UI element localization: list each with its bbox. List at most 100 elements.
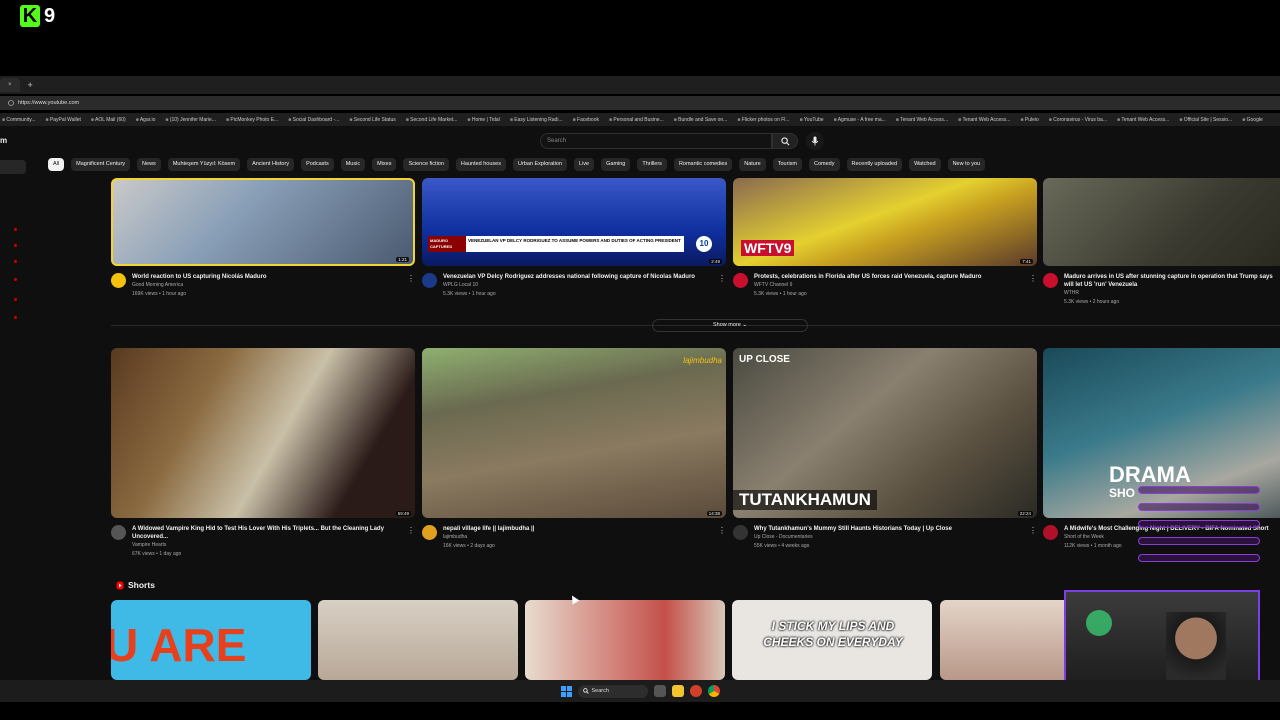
short-card[interactable] (525, 600, 725, 680)
site-info-icon[interactable] (8, 100, 14, 106)
channel-name[interactable]: Up Close - Documentaries (754, 533, 1019, 542)
video-title[interactable]: Maduro arrives in US after stunning capt… (1064, 273, 1280, 289)
file-explorer-icon[interactable] (671, 685, 684, 697)
filter-chip[interactable]: Muhteşem Yüzyıl: Kösem (167, 158, 241, 171)
more-actions-icon[interactable]: ⋮ (407, 274, 415, 283)
bookmark-item[interactable]: Second Life Status (349, 117, 396, 123)
channel-avatar[interactable] (733, 525, 748, 540)
browser-tab[interactable]: × (0, 78, 20, 92)
video-thumbnail[interactable]: 1:21 (111, 178, 415, 266)
bookmark-item[interactable]: Official Site | Sessio... (1179, 117, 1232, 123)
bookmark-item[interactable]: Tenant Web Access... (958, 117, 1010, 123)
more-actions-icon[interactable]: ⋮ (718, 274, 726, 283)
bookmark-item[interactable]: Second Life Market... (406, 117, 457, 123)
bookmark-item[interactable]: Coronavirus - Virus ba... (1049, 117, 1107, 123)
filter-chip[interactable]: Romantic comedies (673, 158, 733, 171)
bookmark-item[interactable]: Facebook (573, 117, 599, 123)
bookmark-item[interactable]: Tenant Web Access... (896, 117, 948, 123)
address-bar[interactable]: https://www.youtube.com (0, 96, 1280, 110)
search-button[interactable] (772, 133, 798, 149)
show-more-button[interactable]: Show more ⌄ (652, 319, 808, 332)
chrome-icon[interactable] (707, 685, 720, 697)
channel-name[interactable]: Good Morning America (132, 281, 397, 290)
short-card[interactable] (318, 600, 518, 680)
filter-chip[interactable]: All (48, 158, 65, 171)
bookmark-item[interactable]: Social Dashboard -... (288, 117, 340, 123)
video-title[interactable]: nepali village life || lajimbudha || (443, 525, 708, 533)
bookmark-item[interactable]: Personal and Busine... (609, 117, 663, 123)
address-url[interactable]: https://www.youtube.com (18, 100, 79, 106)
video-thumbnail[interactable] (1043, 178, 1280, 266)
channel-avatar[interactable] (111, 273, 126, 288)
filter-chip[interactable]: Recently uploaded (846, 158, 903, 171)
video-title[interactable]: Venezuelan VP Delcy Rodriguez addresses … (443, 273, 708, 281)
video-thumbnail[interactable]: WFTV9 7:41 (733, 178, 1037, 266)
filter-chip[interactable]: Comedy (809, 158, 840, 171)
youtube-logo[interactable]: m (0, 136, 7, 145)
channel-name[interactable]: WTHR (1064, 289, 1280, 298)
bookmark-item[interactable]: Community... (2, 117, 35, 123)
video-card[interactable]: lajimbudha 14:38 nepali village life || … (422, 348, 726, 551)
filter-chip[interactable]: Magnificent Century (71, 158, 131, 171)
bookmark-item[interactable]: Easy Listening Radi... (510, 117, 562, 123)
filter-chip[interactable]: Live (574, 158, 595, 171)
bookmark-item[interactable]: Bundle and Save on... (674, 117, 727, 123)
short-card[interactable]: I STICK MY LIPS AND CHEEKS ON EVERYDAY (732, 600, 932, 680)
search-input[interactable]: Search (540, 133, 772, 149)
video-thumbnail[interactable]: lajimbudha 14:38 (422, 348, 726, 518)
short-card[interactable] (940, 600, 1080, 680)
filter-chip[interactable]: Haunted houses (455, 158, 506, 171)
video-card[interactable]: Maduro arrives in US after stunning capt… (1043, 178, 1280, 307)
channel-avatar[interactable] (733, 273, 748, 288)
channel-avatar[interactable] (1043, 525, 1058, 540)
video-title[interactable]: Why Tutankhamun's Mummy Still Haunts His… (754, 525, 1019, 533)
more-actions-icon[interactable]: ⋮ (1029, 526, 1037, 535)
more-actions-icon[interactable]: ⋮ (407, 526, 415, 535)
filter-chip[interactable]: Gaming (601, 158, 631, 171)
short-card[interactable]: U ARE (111, 600, 311, 680)
channel-name[interactable]: WFTV Channel 9 (754, 281, 1019, 290)
more-actions-icon[interactable]: ⋮ (1029, 274, 1037, 283)
video-card[interactable]: MADURO CAPTURED VENEZUELAN VP DELCY RODR… (422, 178, 726, 299)
filter-chip[interactable]: News (137, 158, 161, 171)
channel-avatar[interactable] (111, 525, 126, 540)
bookmark-item[interactable]: Home | Tidal (467, 117, 500, 123)
video-thumbnail[interactable]: UP CLOSE TUTANKHAMUN 22:24 (733, 348, 1037, 518)
new-tab-button[interactable]: + (28, 80, 33, 90)
filter-chip[interactable]: Ancient History (247, 158, 295, 171)
bookmark-item[interactable]: (10) Jennifer Marie... (165, 117, 216, 123)
video-title[interactable]: A Widowed Vampire King Hid to Test His L… (132, 525, 397, 541)
filter-chip[interactable]: Urban Exploration (512, 158, 568, 171)
filter-chip[interactable]: Watched (909, 158, 941, 171)
filter-chip[interactable]: Nature (739, 158, 766, 171)
video-title[interactable]: World reaction to US capturing Nicolás M… (132, 273, 397, 281)
bookmark-item[interactable]: YouTube (800, 117, 824, 123)
filter-chip[interactable]: Mixes (372, 158, 397, 171)
more-actions-icon[interactable]: ⋮ (718, 526, 726, 535)
voice-search-button[interactable] (806, 132, 824, 150)
channel-avatar[interactable] (1043, 273, 1058, 288)
bookmark-item[interactable]: Agar.io (136, 117, 156, 123)
browser-icon[interactable] (689, 685, 702, 697)
task-view-icon[interactable] (653, 685, 666, 697)
filter-chip[interactable]: Thrillers (637, 158, 667, 171)
bookmark-item[interactable]: Google (1242, 117, 1263, 123)
video-card[interactable]: 1:21 World reaction to US capturing Nico… (111, 178, 415, 299)
bookmark-item[interactable]: PayPal Wallet (46, 117, 81, 123)
video-thumbnail[interactable]: 59:49 (111, 348, 415, 518)
channel-avatar[interactable] (422, 525, 437, 540)
filter-chip[interactable]: Podcasts (301, 158, 334, 171)
video-card[interactable]: WFTV9 7:41 Protests, celebrations in Flo… (733, 178, 1037, 299)
sidebar-active-item[interactable] (0, 160, 26, 174)
tab-close-icon[interactable]: × (8, 82, 12, 88)
filter-chip[interactable]: Music (340, 158, 366, 171)
taskbar-search[interactable]: Search (577, 684, 648, 698)
windows-start-icon[interactable] (560, 685, 572, 697)
bookmark-item[interactable]: Agmuse - A free ma... (834, 117, 886, 123)
bookmark-item[interactable]: Tenant Web Access... (1117, 117, 1169, 123)
bookmark-item[interactable]: Puleio (1020, 117, 1039, 123)
bookmark-item[interactable]: Flicker photos on Fl... (737, 117, 790, 123)
video-card[interactable]: 59:49 A Widowed Vampire King Hid to Test… (111, 348, 415, 559)
filter-chip[interactable]: Tourism (772, 158, 803, 171)
channel-avatar[interactable] (422, 273, 437, 288)
